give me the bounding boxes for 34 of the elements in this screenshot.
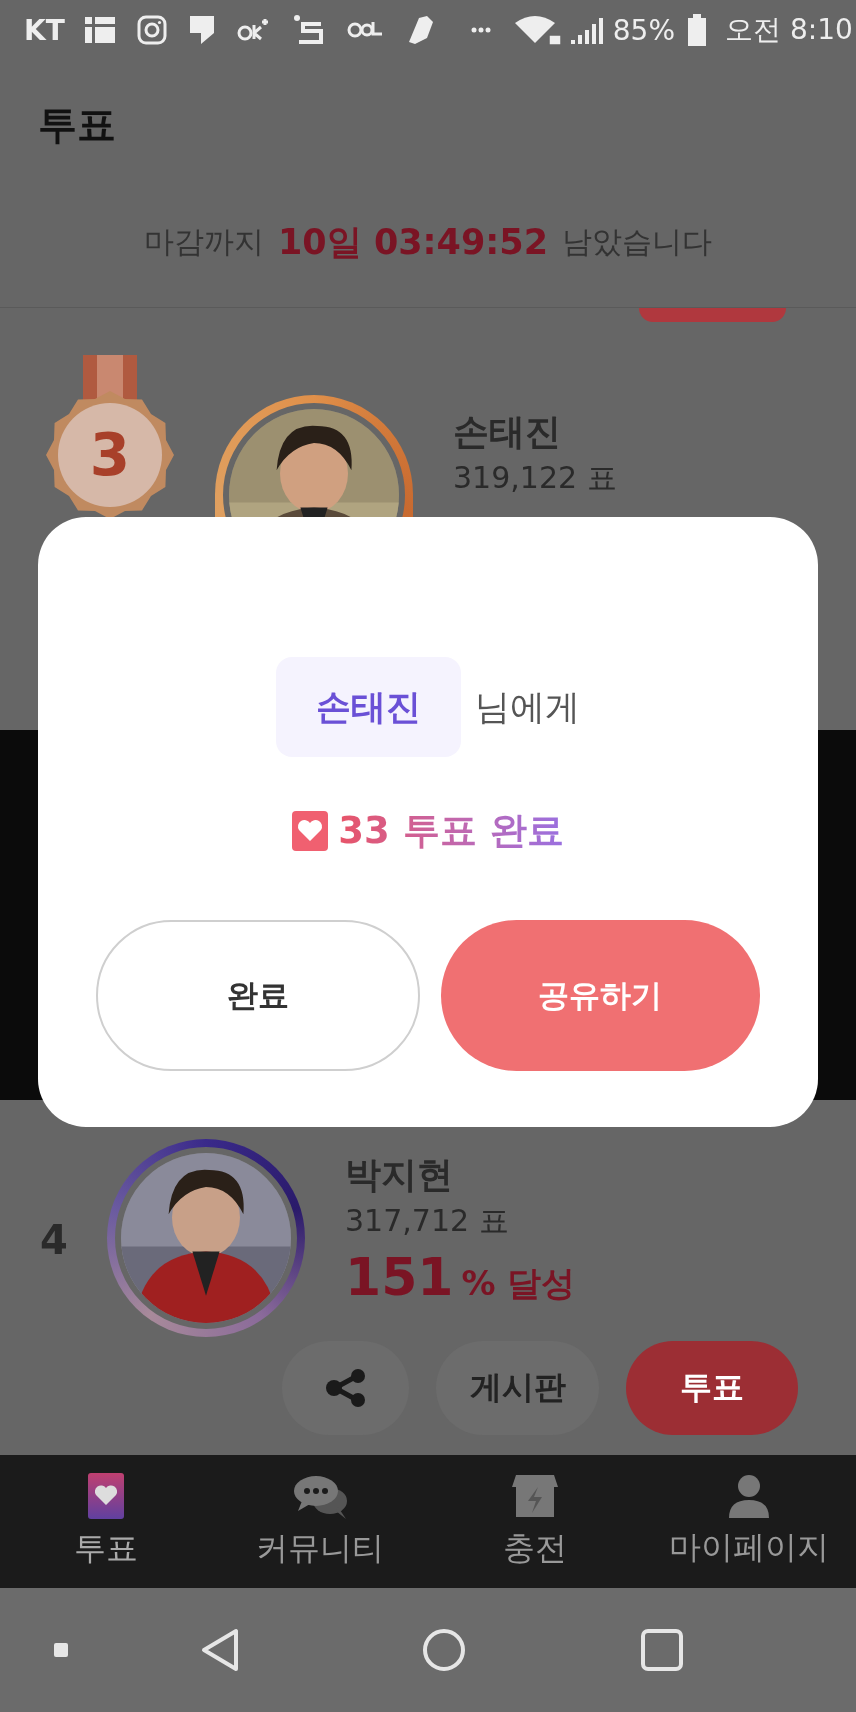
clock: 오전 8:10 bbox=[725, 12, 853, 48]
battery-percent: 85% bbox=[612, 13, 676, 47]
nav-tab[interactable]: 충전 bbox=[428, 1455, 641, 1588]
recents-dot-icon[interactable] bbox=[52, 1641, 70, 1659]
achievement-rate: 151% 달성 bbox=[345, 1247, 576, 1307]
battery-icon bbox=[687, 14, 708, 46]
board-button[interactable]: 게시판 bbox=[436, 1341, 599, 1435]
vote-count: 319,122 표 bbox=[453, 459, 617, 497]
countdown-timer: 10일 03:49:52 bbox=[278, 221, 548, 264]
heart-card-icon bbox=[88, 1472, 124, 1519]
nav-tab[interactable]: 마이페이지 bbox=[641, 1455, 856, 1588]
chat-bubble-icon bbox=[188, 15, 215, 45]
home-icon[interactable] bbox=[422, 1628, 466, 1672]
overview-icon[interactable] bbox=[641, 1629, 683, 1671]
share-icon bbox=[324, 1368, 367, 1408]
carrier-label: KT bbox=[24, 13, 65, 47]
grid-icon bbox=[84, 17, 115, 43]
nav-tab[interactable]: 커뮤니티 bbox=[212, 1455, 428, 1588]
user-icon bbox=[728, 1473, 769, 1518]
more-icon bbox=[470, 27, 491, 33]
page-title: 투표 bbox=[38, 101, 116, 149]
signal-icon bbox=[568, 16, 605, 44]
recipient-suffix: 님에게 bbox=[475, 685, 580, 729]
camera-icon bbox=[136, 15, 167, 45]
candidate-name: 손태진 bbox=[453, 410, 562, 454]
done-button[interactable]: 완료 bbox=[96, 920, 420, 1071]
nav-tab[interactable]: 투표 bbox=[0, 1455, 212, 1588]
vote-count: 317,712 표 bbox=[345, 1202, 510, 1240]
s-logo-icon bbox=[292, 14, 325, 46]
vote-button[interactable]: 투표 bbox=[626, 1341, 798, 1435]
shop-bolt-icon bbox=[511, 1472, 558, 1519]
recipient-name: 손태진 bbox=[276, 657, 461, 757]
rank-number: 4 bbox=[40, 1217, 69, 1263]
candidate-name: 박지현 bbox=[345, 1153, 454, 1197]
